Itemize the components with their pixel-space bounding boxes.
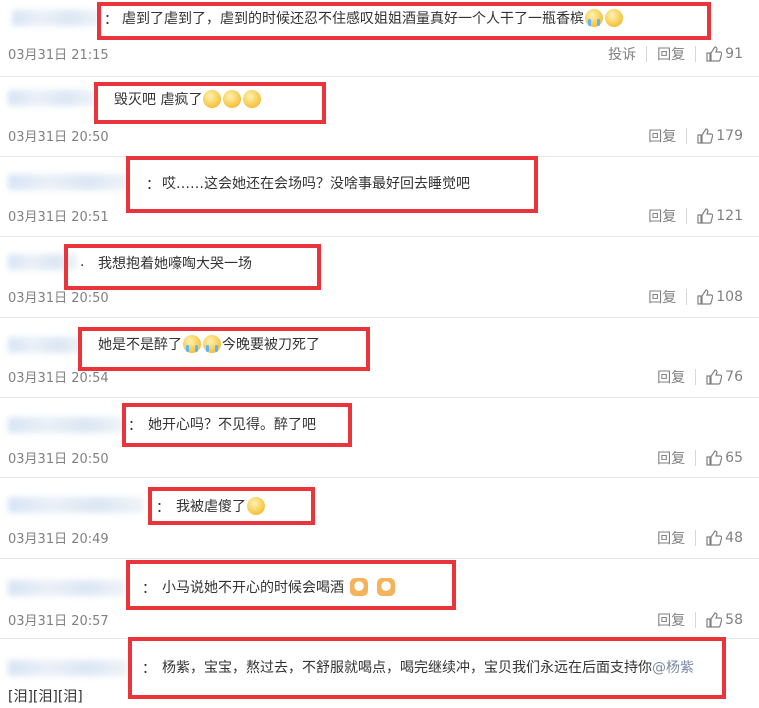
comment-actions: 回复 108: [648, 287, 743, 307]
comment-time: 03月31日 20:50: [8, 130, 109, 145]
comment-item: 毁灭吧 虐疯了 03月31日 20:50 回复 179: [0, 76, 759, 157]
reply-button[interactable]: 回复: [657, 610, 685, 630]
like-button[interactable]: 108: [697, 289, 743, 305]
comment-item: 她是不是醉了 今晚要被刀死了 03月31日 20:54 回复 76: [0, 317, 759, 398]
comment-item: ： 杨紫，宝宝，熬过去，不舒服就喝点，喝完继续冲，宝贝我们永远在后面支持你@杨紫: [0, 637, 759, 708]
like-button[interactable]: 179: [697, 128, 743, 144]
reply-button[interactable]: 回复: [657, 448, 685, 468]
comment-time: 03月31日 20:50: [8, 452, 109, 467]
like-count: 91: [725, 46, 743, 62]
like-count: 65: [725, 450, 743, 466]
divider: [695, 612, 697, 628]
divider: [695, 530, 697, 546]
comment-item: ： 小马说她不开心的时候会喝酒 03月31日 20:57 回复 58: [0, 558, 759, 639]
like-button[interactable]: 91: [706, 46, 743, 62]
divider: [695, 46, 697, 62]
like-button[interactable]: 65: [706, 450, 743, 466]
highlight-box: [78, 327, 370, 371]
highlight-box: [94, 82, 326, 124]
username-blurred[interactable]: [8, 660, 128, 676]
username-blurred[interactable]: [8, 417, 124, 433]
highlight-box: [126, 560, 456, 610]
reply-button[interactable]: 回复: [648, 206, 676, 226]
comment-time: 03月31日 21:15: [8, 48, 109, 63]
comment-time: 03月31日 20:57: [8, 614, 109, 629]
username-blurred[interactable]: [8, 90, 96, 106]
comment-actions: 回复 121: [648, 206, 743, 226]
tears-emoji-text: [泪][泪][泪]: [8, 689, 83, 705]
divider: [686, 208, 688, 224]
thumbs-up-icon: [706, 369, 723, 385]
reply-button[interactable]: 回复: [648, 287, 676, 307]
comment-time: 03月31日 20:50: [8, 291, 109, 306]
comment-actions: 回复 48: [657, 528, 743, 548]
divider: [695, 369, 697, 385]
comment-time: 03月31日 20:54: [8, 371, 109, 386]
divider: [646, 46, 648, 62]
comment-item: ： 虐到了虐到了，虐到的时候还忍不住感叹姐姐酒量真好一个人干了一瓶香槟 03月3…: [0, 0, 759, 77]
highlight-box: [126, 156, 538, 213]
like-count: 108: [716, 289, 743, 305]
comment-time: 03月31日 20:51: [8, 210, 109, 225]
username-blurred[interactable]: [12, 10, 100, 26]
highlight-box: [128, 637, 726, 699]
thumbs-up-icon: [697, 128, 714, 144]
highlight-box: [122, 403, 352, 447]
like-count: 179: [716, 128, 743, 144]
like-count: 48: [725, 530, 743, 546]
highlight-box: [64, 244, 321, 290]
comment-actions: 回复 65: [657, 448, 743, 468]
thumbs-up-icon: [706, 450, 723, 466]
divider: [686, 289, 688, 305]
reply-button[interactable]: 回复: [657, 528, 685, 548]
divider: [686, 128, 688, 144]
like-button[interactable]: 76: [706, 369, 743, 385]
thumbs-up-icon: [706, 612, 723, 628]
reply-button[interactable]: 回复: [657, 44, 685, 64]
comment-actions: 回复 58: [657, 610, 743, 630]
comment-time: 03月31日 20:49: [8, 532, 109, 547]
like-count: 76: [725, 369, 743, 385]
reply-button[interactable]: 回复: [648, 126, 676, 146]
comment-actions: 投诉 回复 91: [608, 44, 743, 64]
like-button[interactable]: 48: [706, 530, 743, 546]
highlight-box: [148, 487, 315, 525]
comment-item: ： 我被虐傻了 03月31日 20:49 回复 48: [0, 477, 759, 559]
comment-actions: 回复 76: [657, 367, 743, 387]
highlight-box: [97, 2, 711, 40]
thumbs-up-icon: [697, 289, 714, 305]
comment-actions: 回复 179: [648, 126, 743, 146]
username-blurred[interactable]: [8, 174, 128, 190]
like-count: 58: [725, 612, 743, 628]
comment-item: . 我想抱着她嚎啕大哭一场 03月31日 20:50 回复 108: [0, 236, 759, 318]
thumbs-up-icon: [706, 46, 723, 62]
reply-button[interactable]: 回复: [657, 367, 685, 387]
like-button[interactable]: 58: [706, 612, 743, 628]
username-blurred[interactable]: [8, 497, 144, 513]
divider: [695, 450, 697, 466]
like-count: 121: [716, 208, 743, 224]
thumbs-up-icon: [706, 530, 723, 546]
thumbs-up-icon: [697, 208, 714, 224]
comment-item: ： 她开心吗？不见得。醉了吧 03月31日 20:50 回复 65: [0, 397, 759, 478]
username-blurred[interactable]: [8, 580, 126, 596]
comment-item: ： 哎……这会她还在会场吗？没啥事最好回去睡觉吧 03月31日 20:51 回复…: [0, 156, 759, 237]
like-button[interactable]: 121: [697, 208, 743, 224]
report-button[interactable]: 投诉: [608, 44, 636, 64]
username-blurred[interactable]: [8, 337, 84, 353]
